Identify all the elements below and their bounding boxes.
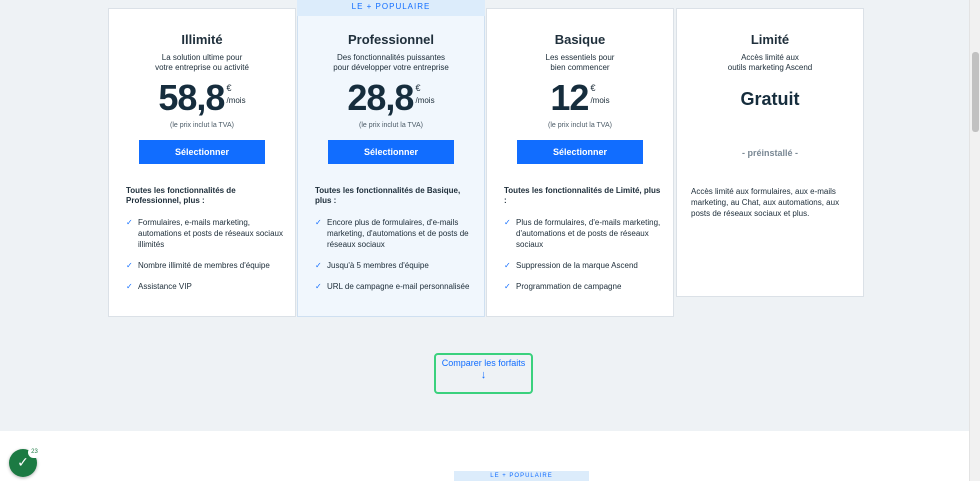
price-period: /mois [226,96,246,105]
features-heading: Toutes les fonctionnalités de Limité, pl… [504,186,661,205]
check-icon: ✓ [315,218,322,227]
price-amount: 28,8 [347,77,414,118]
feature-text: Plus de formulaires, d'e-mails marketing… [516,218,661,249]
checklist-badge-button[interactable]: ✓ 23 [9,447,41,477]
compare-plans-link[interactable]: Comparer les forfaits ↓ [434,353,533,394]
feature-text: Encore plus de formulaires, d'e-mails ma… [327,218,469,249]
features-heading: Toutes les fonctionnalités de Basique, p… [315,186,461,205]
check-icon: ✓ [504,261,511,270]
feature-item: ✓ Nombre illimité de membres d'équipe [126,260,283,271]
tax-note: (le prix inclut la TVA) [548,122,612,129]
plan-description-line: Les essentiels pour [545,53,615,62]
plan-price: 12 € /mois [487,80,673,116]
check-icon: ✓ [315,261,322,270]
feature-item: ✓ URL de campagne e-mail personnalisée [315,281,472,292]
notification-count: 23 [28,447,41,458]
scrollbar-thumb[interactable] [972,52,979,132]
plan-name: Professionnel [348,32,434,47]
plan-description: La solution ultime pour votre entreprise… [121,53,283,73]
pricing-plans: Illimité La solution ultime pour votre e… [108,0,864,317]
price-amount: 12 [550,77,589,118]
plan-name: Illimité [181,32,223,47]
vertical-scrollbar[interactable] [969,0,980,481]
feature-item: ✓ Programmation de campagne [504,281,661,292]
limited-plan-description: Accès limité aux formulaires, aux e-mail… [691,187,840,218]
plan-description-line: pour développer votre entreprise [333,63,449,72]
arrow-down-icon: ↓ [480,369,487,381]
feature-item: ✓ Formulaires, e-mails marketing, automat… [126,217,283,250]
price-currency: € [226,83,232,93]
feature-text: Jusqu'à 5 membres d'équipe [327,261,429,270]
check-icon: ✓ [126,218,133,227]
feature-text: Nombre illimité de membres d'équipe [138,261,270,270]
price-amount: 58,8 [158,77,225,118]
check-icon: ✓ [126,261,133,270]
free-price-label: Gratuit [740,89,800,109]
check-icon: ✓ [504,282,511,291]
feature-item: ✓ Suppression de la marque Ascend [504,260,661,271]
check-icon: ✓ [126,282,133,291]
feature-text: Assistance VIP [138,282,192,291]
feature-text: Suppression de la marque Ascend [516,261,638,270]
plan-description-line: votre entreprise ou activité [155,63,249,72]
popular-ribbon: LE + POPULAIRE [297,0,485,16]
popular-ribbon-lower: LE + POPULAIRE [454,471,589,481]
compare-plans-label: Comparer les forfaits [441,358,526,368]
plan-description-line: Des fonctionnalités puissantes [336,53,446,62]
feature-item: ✓ Plus de formulaires, d'e-mails marketin… [504,217,661,250]
plan-name: Basique [554,32,606,47]
plan-card-professionnel: LE + POPULAIRE Professionnel Des fonctio… [297,0,485,317]
plan-card-limite: Limité Accès limité aux outils marketing… [676,8,864,297]
plan-description: Accès limité aux outils marketing Ascend [689,53,851,73]
check-icon: ✓ [315,282,322,291]
plan-description-line: bien commencer [550,63,610,72]
plan-price: 58,8 € /mois [109,80,295,116]
price-currency: € [415,83,421,93]
check-icon: ✓ [504,218,511,227]
preinstalled-status: - préinstallé - [741,148,798,158]
feature-list: ✓ Formulaires, e-mails marketing, automat… [126,217,283,302]
feature-item: ✓ Encore plus de formulaires, d'e-mails m… [315,217,472,250]
price-period: /mois [415,96,435,105]
features-heading: Toutes les fonctionnalités de Profession… [126,186,236,205]
plan-card-basique: Basique Les essentiels pour bien commenc… [486,8,674,317]
tax-note: (le prix inclut la TVA) [359,122,423,129]
feature-text: Formulaires, e-mails marketing, automati… [138,218,283,249]
feature-list: ✓ Encore plus de formulaires, d'e-mails m… [315,217,472,302]
feature-item: ✓ Assistance VIP [126,281,283,292]
plan-description-line: La solution ultime pour [161,53,243,62]
plan-description-line: outils marketing Ascend [727,63,813,72]
feature-text: URL de campagne e-mail personnalisée [327,282,470,291]
plan-description: Des fonctionnalités puissantes pour déve… [310,53,472,73]
price-period: /mois [590,96,610,105]
plan-price: 28,8 € /mois [298,80,484,116]
plan-card-illimite: Illimité La solution ultime pour votre e… [108,8,296,317]
feature-item: ✓ Jusqu'à 5 membres d'équipe [315,260,472,271]
plan-name: Limité [750,32,790,47]
select-plan-button[interactable]: Sélectionner [328,140,454,164]
tax-note: (le prix inclut la TVA) [170,122,234,129]
feature-list: ✓ Plus de formulaires, d'e-mails marketin… [504,217,661,302]
select-plan-button[interactable]: Sélectionner [139,140,265,164]
plan-description: Les essentiels pour bien commencer [499,53,661,73]
feature-text: Programmation de campagne [516,282,622,291]
select-plan-button[interactable]: Sélectionner [517,140,643,164]
plan-description-line: Accès limité aux [741,53,799,62]
price-currency: € [590,83,596,93]
